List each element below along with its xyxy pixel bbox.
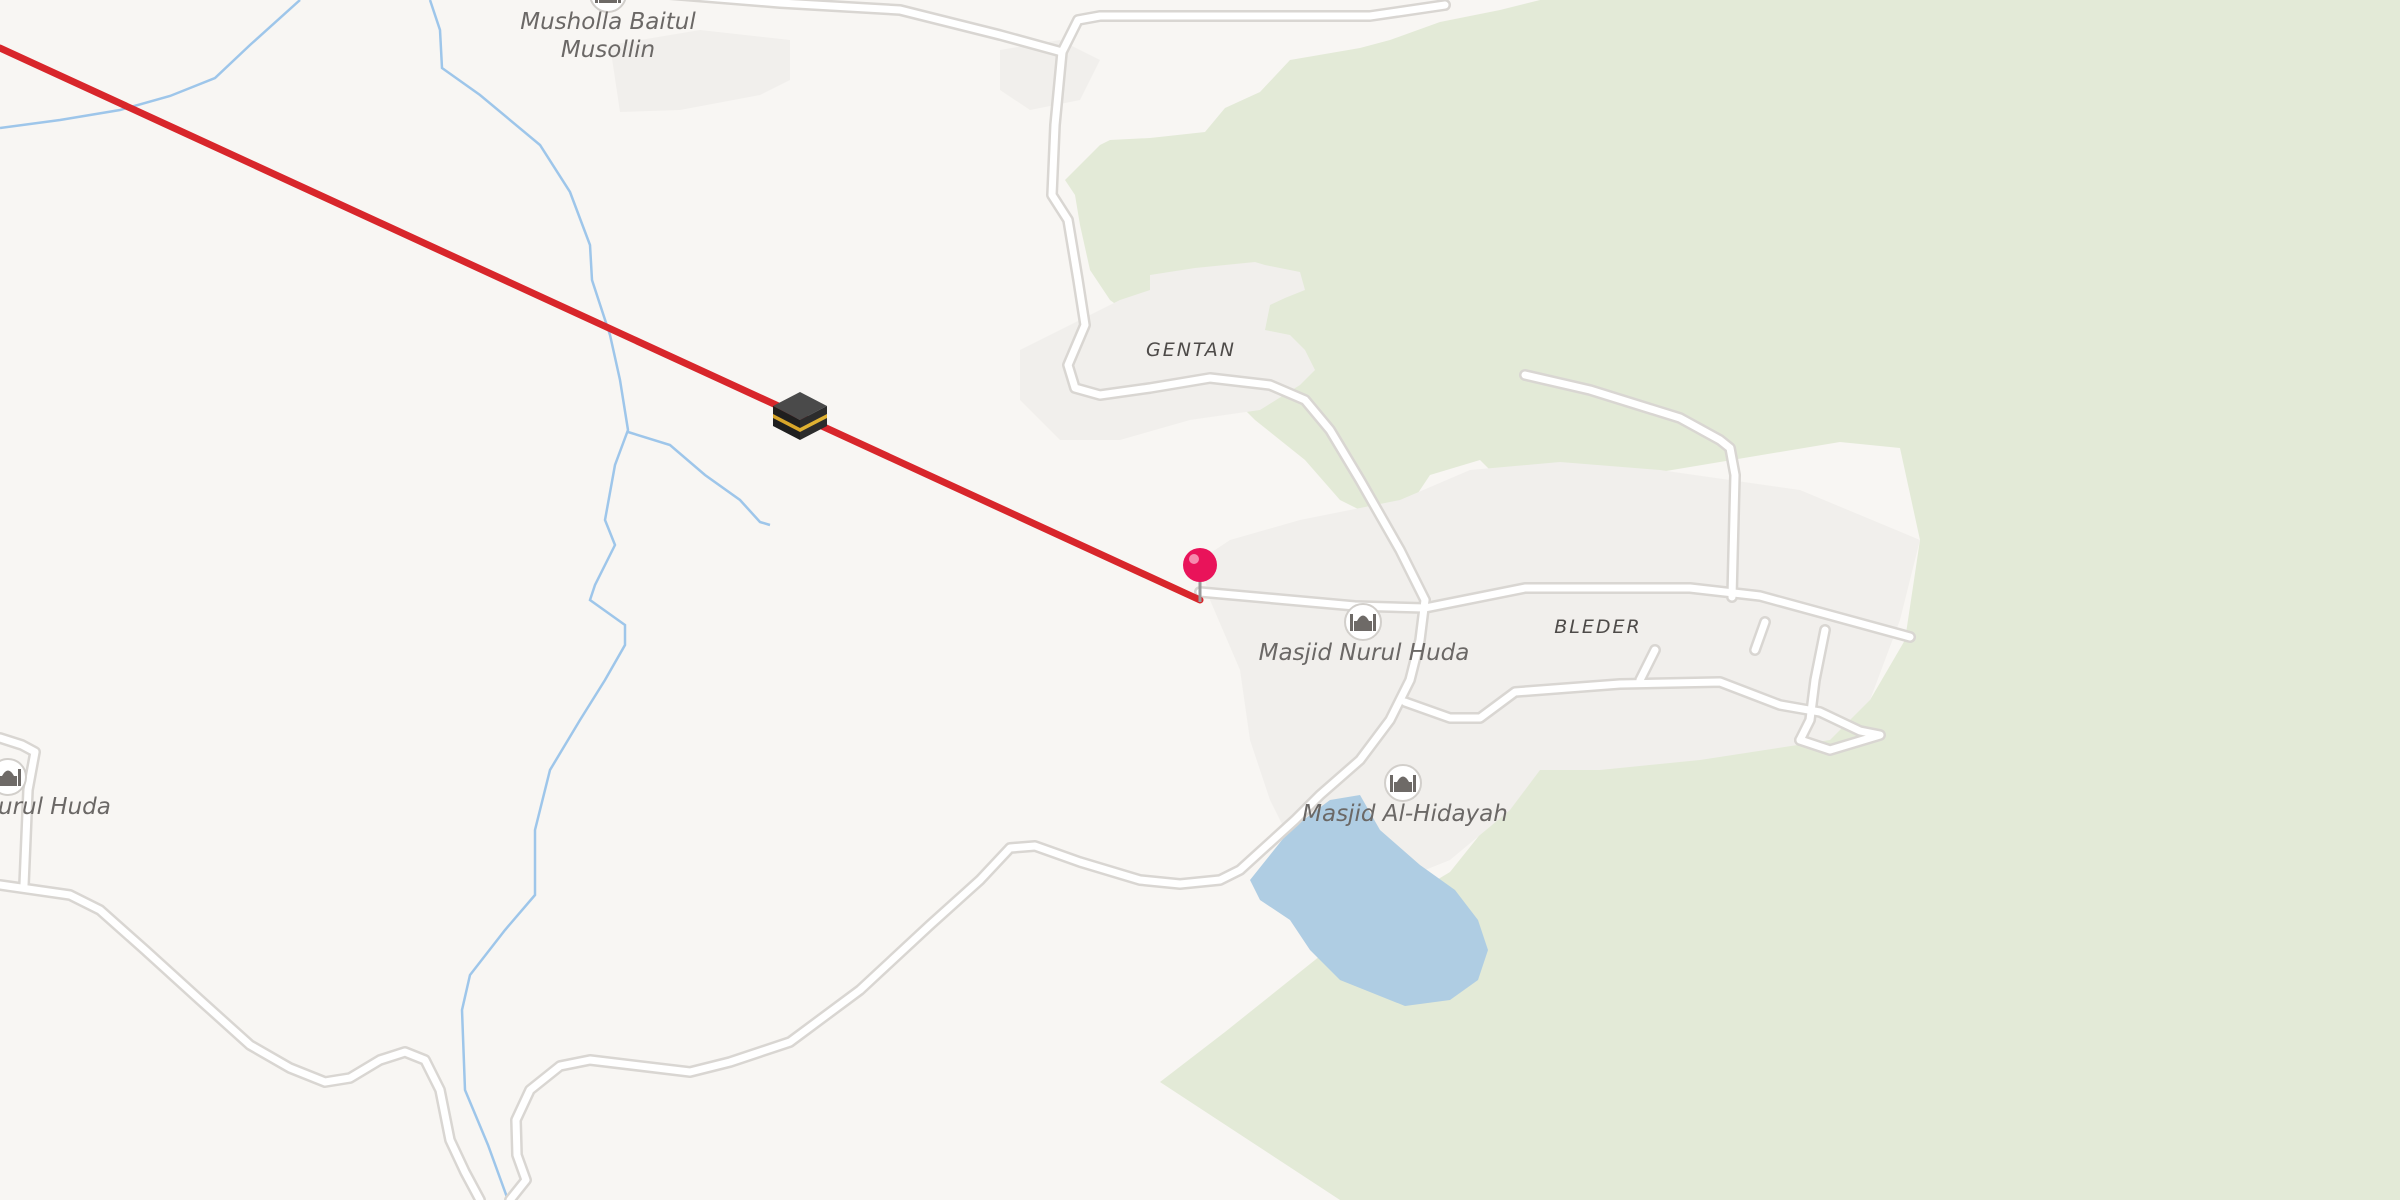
place-label-gentan: GENTAN bbox=[1146, 339, 1236, 361]
poi-label-musholla-baitul-line2: Musollin bbox=[561, 37, 655, 63]
poi-label-masjid-nurul-huda: Masjid Nurul Huda bbox=[1259, 640, 1470, 666]
poi-label-nurul-huda-left: urul Huda bbox=[0, 794, 111, 820]
map-canvas[interactable]: GENTAN BLEDER Musholla Baitul Musollin M… bbox=[0, 0, 2400, 1200]
poi-label-musholla-baitul-line1: Musholla Baitul bbox=[520, 9, 696, 35]
mosque-icon[interactable] bbox=[0, 758, 27, 796]
mosque-icon[interactable] bbox=[1384, 764, 1422, 802]
mosque-icon[interactable] bbox=[1344, 603, 1382, 641]
poi-label-masjid-al-hidayah: Masjid Al-Hidayah bbox=[1302, 801, 1508, 827]
place-label-bleder: BLEDER bbox=[1554, 616, 1641, 638]
